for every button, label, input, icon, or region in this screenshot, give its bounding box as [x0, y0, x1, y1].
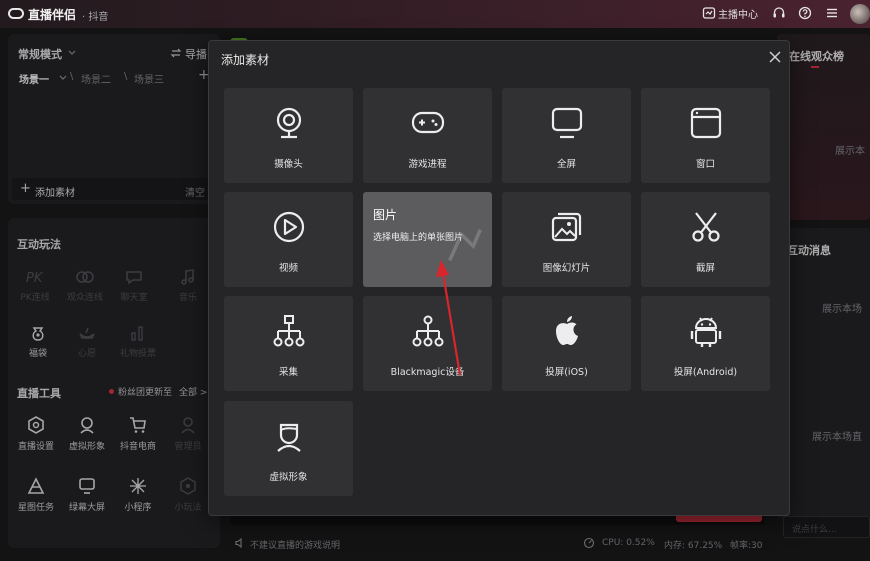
app-logo-icon	[8, 8, 24, 19]
tile-capture[interactable]: 采集	[224, 296, 353, 391]
android-icon	[690, 317, 722, 347]
tile-window[interactable]: 窗口	[641, 88, 770, 183]
tile-camera-label: 摄像头	[274, 159, 303, 170]
add-material-dialog: 添加素材 摄像头 游戏进程 全屏 窗口 视频 图片 选择电脑上的单张图片 图像幻…	[208, 40, 790, 516]
tile-slideshow[interactable]: 图像幻灯片	[502, 192, 631, 287]
play-icon	[273, 211, 305, 243]
slideshow-icon	[551, 212, 582, 242]
tile-blackmagic-label: Blackmagic设备	[390, 367, 465, 378]
tile-image-description: 选择电脑上的单张图片	[373, 233, 464, 243]
tile-game-process[interactable]: 游戏进程	[363, 88, 492, 183]
tile-capture-label: 采集	[278, 367, 298, 378]
tile-fullscreen[interactable]: 全屏	[502, 88, 631, 183]
tile-image-label: 图片	[373, 208, 398, 222]
menu-icon[interactable]	[825, 6, 839, 20]
window-icon	[690, 107, 722, 139]
tile-cast-android-label: 投屏(Android)	[673, 367, 738, 378]
tile-game-process-label: 游戏进程	[408, 159, 447, 170]
dialog-title: 添加素材	[221, 53, 270, 67]
fullscreen-monitor-icon	[551, 107, 583, 139]
broadcaster-center-link[interactable]: 主播中心	[718, 6, 758, 21]
tile-camera[interactable]: 摄像头	[224, 88, 353, 183]
tile-video-label: 视频	[278, 263, 298, 274]
tile-window-label: 窗口	[695, 159, 715, 170]
close-icon[interactable]	[767, 49, 783, 65]
tile-virtual-avatar-label: 虚拟形象	[269, 472, 308, 483]
tile-slideshow-label: 图像幻灯片	[542, 263, 591, 274]
tile-image[interactable]: 图片 选择电脑上的单张图片	[363, 192, 492, 287]
app-platform: · 抖音	[82, 12, 109, 23]
tile-cast-android[interactable]: 投屏(Android)	[641, 296, 770, 391]
tile-fullscreen-label: 全屏	[556, 159, 576, 170]
tile-cast-ios-label: 投屏(iOS)	[545, 367, 588, 378]
gamepad-icon	[411, 111, 445, 134]
tile-blackmagic[interactable]: Blackmagic设备	[363, 296, 492, 391]
user-avatar[interactable]	[850, 4, 870, 24]
broadcaster-center-icon[interactable]	[702, 6, 716, 20]
tile-screenshot-label: 截屏	[695, 263, 715, 274]
help-icon[interactable]	[798, 6, 812, 20]
scissors-icon	[692, 212, 720, 242]
app-title: 直播伴侣	[28, 8, 77, 22]
apple-icon	[556, 316, 578, 345]
camera-icon	[276, 107, 302, 139]
tile-video[interactable]: 视频	[224, 192, 353, 287]
tile-screenshot[interactable]: 截屏	[641, 192, 770, 287]
headset-icon[interactable]	[772, 6, 786, 20]
tile-virtual-avatar[interactable]: 虚拟形象	[224, 401, 353, 496]
tile-cast-ios[interactable]: 投屏(iOS)	[502, 296, 631, 391]
annotation-arrow	[436, 260, 462, 376]
title-bar: 直播伴侣 · 抖音 主播中心	[0, 0, 870, 28]
capture-tree-icon	[273, 315, 305, 347]
virtual-avatar-icon	[277, 423, 301, 452]
